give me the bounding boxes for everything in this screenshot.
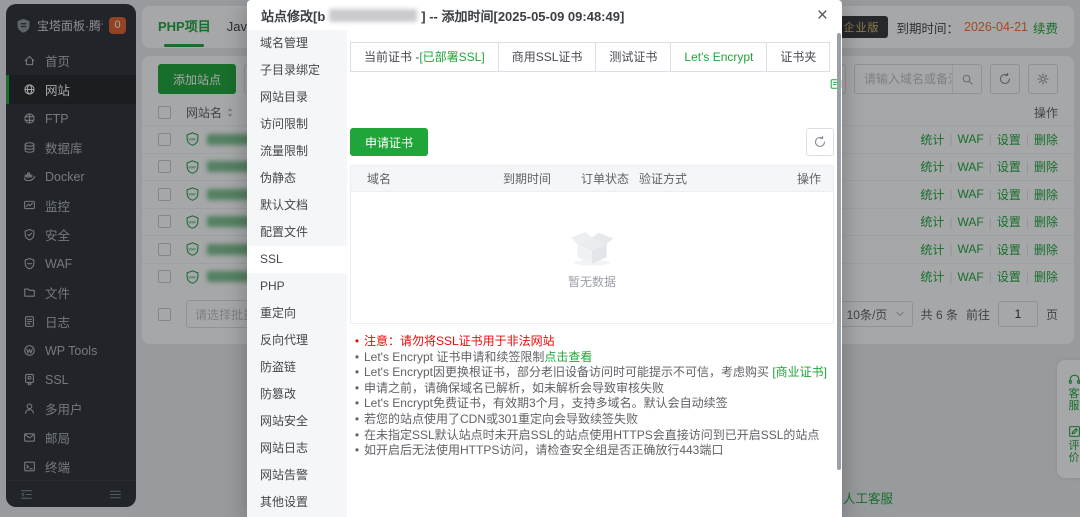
cert-table-body: 暂无数据 <box>351 192 833 323</box>
cert-col-0: 域名 <box>351 170 503 187</box>
note-text: 若您的站点使用了CDN或301重定向会导致续签失败 <box>364 412 638 428</box>
note-text-part: 若您的站点使用了CDN或301重定向会导致续签失败 <box>364 412 638 426</box>
cert-col-4: 操作 <box>773 170 833 187</box>
cert-tab-cert-folder[interactable]: 证书夹 <box>767 43 829 71</box>
empty-state: 暂无数据 <box>566 226 618 290</box>
note-text-part: Let's Encrypt因更换根证书，部分老旧设备访问时可能提示不可信，考虑购… <box>364 365 772 379</box>
modal-menu-hotlink[interactable]: 防盗链 <box>247 354 347 381</box>
modal-menu-subdir[interactable]: 子目录绑定 <box>247 57 347 84</box>
cert-col-2: 订单状态 <box>581 170 639 187</box>
cert-tab-test-cert[interactable]: 测试证书 <box>596 43 671 71</box>
modal-menu-site-security[interactable]: 网站安全 <box>247 408 347 435</box>
cert-tab-current-cert[interactable]: 当前证书 -[已部署SSL] <box>351 43 499 71</box>
cert-tab-commercial-ssl[interactable]: 商用SSL证书 <box>499 43 597 71</box>
ssl-note: •Let's Encrypt因更换根证书，部分老旧设备访问时可能提示不可信，考虑… <box>350 365 834 381</box>
note-text-part: Let's Encrypt免费证书，有效期3个月，支持多域名。默认会自动续签 <box>364 396 728 410</box>
cert-tabs: 当前证书 -[已部署SSL] 商用SSL证书 测试证书 Let's Encrypt 证书… <box>350 42 830 72</box>
modal-menu-sitedir[interactable]: 网站目录 <box>247 84 347 111</box>
refresh-cert-list-button[interactable] <box>806 128 834 156</box>
note-text: 在未指定SSL默认站点时未开启SSL的站点使用HTTPS会直接访问到已开启SSL… <box>364 428 819 444</box>
cert-tab-label: 当前证书 - <box>364 50 419 64</box>
modal-menu-domain[interactable]: 域名管理 <box>247 30 347 57</box>
note-text-part: 点击查看 <box>544 350 592 364</box>
dialog-content: 当前证书 -[已部署SSL] 商用SSL证书 测试证书 Let's Encrypt 证书… <box>347 30 836 517</box>
cert-tab-label: [已部署SSL] <box>419 50 484 64</box>
dialog-titlebar: 站点修改[b ] -- 添加时间[2025-05-09 09:48:49] × <box>247 0 842 30</box>
modal-menu-site-alert[interactable]: 网站告警 <box>247 462 347 489</box>
cert-tab-lets-encrypt[interactable]: Let's Encrypt <box>671 43 767 71</box>
note-text: 如开启后无法使用HTTPS访问，请检查安全组是否正确放行443端口 <box>364 443 723 459</box>
modal-menu-site-log[interactable]: 网站日志 <box>247 435 347 462</box>
cert-tab-label: Let's Encrypt <box>684 50 753 64</box>
modal-menu-default-doc[interactable]: 默认文档 <box>247 192 347 219</box>
modal-menu-proxy[interactable]: 反向代理 <box>247 327 347 354</box>
note-text-part: 注意：请勿将SSL证书用于非法网站 <box>364 334 555 348</box>
empty-text: 暂无数据 <box>568 273 616 290</box>
dialog-menu: 域名管理子目录绑定网站目录访问限制流量限制伪静态默认文档配置文件SSLPHP重定… <box>247 30 347 517</box>
apply-cert-button[interactable]: 申请证书 <box>350 128 428 156</box>
close-icon[interactable]: × <box>817 6 828 25</box>
empty-box-illustration <box>566 226 618 267</box>
note-text-part: [商业证书] <box>772 365 827 379</box>
note-bullet-icon: • <box>350 443 364 459</box>
cert-table-header: 域名到期时间订单状态验证方式操作 <box>351 166 833 192</box>
ssl-note: •如开启后无法使用HTTPS访问，请检查安全组是否正确放行443端口 <box>350 443 834 459</box>
modal-menu-access[interactable]: 访问限制 <box>247 111 347 138</box>
modal-menu-ssl[interactable]: SSL <box>247 246 347 273</box>
note-text-part: Let's Encrypt 证书申请和续签限制 <box>364 350 544 364</box>
note-text-part: 在未指定SSL默认站点时未开启SSL的站点使用HTTPS会直接访问到已开启SSL… <box>364 428 819 442</box>
dialog-title-suffix: ] -- 添加时间[2025-05-09 09:48:49] <box>421 6 624 25</box>
note-text-part: 如开启后无法使用HTTPS访问，请检查安全组是否正确放行443端口 <box>364 443 723 457</box>
note-bullet-icon: • <box>350 334 364 350</box>
cert-tab-label: 证书夹 <box>780 50 816 64</box>
ssl-note: •申请之前，请确保域名已解析，如未解析会导致审核失败 <box>350 381 834 397</box>
site-modify-dialog: 站点修改[b ] -- 添加时间[2025-05-09 09:48:49] × … <box>247 0 842 517</box>
note-text: Let's Encrypt免费证书，有效期3个月，支持多域名。默认会自动续签 <box>364 396 728 412</box>
modal-scrollbar[interactable] <box>837 33 841 470</box>
censored-domain <box>329 9 417 22</box>
cert-tab-label: 商用SSL证书 <box>512 50 583 64</box>
modal-menu-other[interactable]: 其他设置 <box>247 489 347 516</box>
dialog-title-prefix: 站点修改[b <box>261 6 325 25</box>
note-text: Let's Encrypt因更换根证书，部分老旧设备访问时可能提示不可信，考虑购… <box>364 365 827 381</box>
note-bullet-icon: • <box>350 350 364 366</box>
note-bullet-icon: • <box>350 365 364 381</box>
ssl-note: •Let's Encrypt免费证书，有效期3个月，支持多域名。默认会自动续签 <box>350 396 834 412</box>
note-text: 申请之前，请确保域名已解析，如未解析会导致审核失败 <box>364 381 664 397</box>
ssl-note: •注意：请勿将SSL证书用于非法网站 <box>350 334 834 350</box>
cert-table: 域名到期时间订单状态验证方式操作 暂无数据 <box>350 165 834 324</box>
ssl-note: •在未指定SSL默认站点时未开启SSL的站点使用HTTPS会直接访问到已开启SS… <box>350 428 834 444</box>
note-text-part: 申请之前，请确保域名已解析，如未解析会导致审核失败 <box>364 381 664 395</box>
note-bullet-icon: • <box>350 396 364 412</box>
modal-menu-rewrite[interactable]: 伪静态 <box>247 165 347 192</box>
note-bullet-icon: • <box>350 381 364 397</box>
modal-menu-traffic[interactable]: 流量限制 <box>247 138 347 165</box>
notes-list: •注意：请勿将SSL证书用于非法网站•Let's Encrypt 证书申请和续签… <box>350 334 834 459</box>
cert-tab-label: 测试证书 <box>609 50 657 64</box>
cert-col-3: 验证方式 <box>639 170 773 187</box>
modal-menu-redirect[interactable]: 重定向 <box>247 300 347 327</box>
bt-panel-page: 宝塔面板·腾讯... 0 首页网站FTP数据库Docker监控安全WAF文件日志… <box>0 0 1080 517</box>
cert-actions-row: 申请证书 <box>350 128 834 156</box>
modal-menu-config[interactable]: 配置文件 <box>247 219 347 246</box>
note-text: 注意：请勿将SSL证书用于非法网站 <box>364 334 555 350</box>
cert-tabs-row: 当前证书 -[已部署SSL] 商用SSL证书 测试证书 Let's Encrypt 证书… <box>350 42 834 118</box>
note-bullet-icon: • <box>350 412 364 428</box>
modal-menu-tamper[interactable]: 防篡改 <box>247 381 347 408</box>
note-bullet-icon: • <box>350 428 364 444</box>
cert-col-1: 到期时间 <box>503 170 581 187</box>
note-text: Let's Encrypt 证书申请和续签限制点击查看 <box>364 350 592 366</box>
ssl-note: •若您的站点使用了CDN或301重定向会导致续签失败 <box>350 412 834 428</box>
ssl-note: •Let's Encrypt 证书申请和续签限制点击查看 <box>350 350 834 366</box>
modal-menu-php[interactable]: PHP <box>247 273 347 300</box>
